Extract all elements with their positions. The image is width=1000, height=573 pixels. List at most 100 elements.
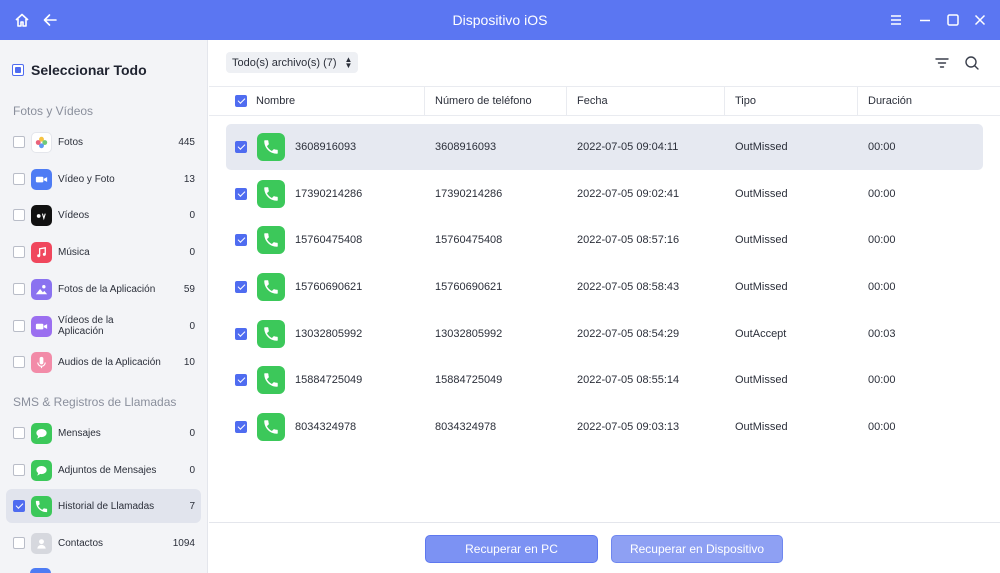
cell-type: OutAccept <box>735 328 787 340</box>
select-all-checkbox[interactable] <box>12 64 24 76</box>
cell-duration: 00:00 <box>868 234 896 246</box>
sidebar-item-count: 0 <box>189 246 195 258</box>
sidebar-item-call-history[interactable]: Historial de Llamadas 7 <box>6 489 201 523</box>
phone-icon <box>257 413 285 441</box>
select-all-toggle[interactable]: Seleccionar Todo <box>12 60 147 80</box>
apple-tv-icon <box>31 204 52 226</box>
sidebar-item-app-audios[interactable]: Audios de la Aplicación 10 <box>6 345 201 379</box>
sidebar-item-count: 0 <box>189 209 195 221</box>
column-header-date[interactable]: Fecha <box>577 87 608 115</box>
phone-icon <box>31 495 52 517</box>
cell-phone: 8034324978 <box>435 421 497 433</box>
sidebar-item-label: Música <box>58 246 90 258</box>
checkbox[interactable] <box>13 209 25 221</box>
sidebar-item-count: 59 <box>183 283 195 295</box>
table-row[interactable]: 13032805992 13032805992 2022-07-05 08:54… <box>226 311 983 357</box>
sidebar-item-label: Vídeos de la Aplicación <box>58 315 114 337</box>
row-checkbox[interactable] <box>235 141 247 153</box>
sidebar-item-message-attachments[interactable]: Adjuntos de Mensajes 0 <box>6 453 201 487</box>
sidebar-item-label: Vídeo y Foto <box>58 173 115 185</box>
file-filter-label: Todo(s) archivo(s) (7) <box>232 56 337 69</box>
table-row[interactable]: 15760475408 15760475408 2022-07-05 08:57… <box>226 217 983 263</box>
title-bar: Dispositivo iOS <box>0 0 1000 40</box>
table-row[interactable]: 3608916093 3608916093 2022-07-05 09:04:1… <box>226 124 983 170</box>
row-checkbox[interactable] <box>235 421 247 433</box>
sidebar-item-app-videos[interactable]: Vídeos de la Aplicación 0 <box>6 309 201 343</box>
cell-phone: 3608916093 <box>435 141 497 153</box>
cell-type: OutMissed <box>735 188 788 200</box>
app-photos-icon <box>31 278 52 300</box>
checkbox[interactable] <box>13 500 25 512</box>
sidebar-item-count: 0 <box>189 320 195 332</box>
column-header-duration[interactable]: Duración <box>868 87 912 115</box>
menu-icon[interactable] <box>885 9 907 31</box>
checkbox[interactable] <box>13 136 25 148</box>
cell-duration: 00:00 <box>868 188 896 200</box>
checkbox[interactable] <box>13 427 25 439</box>
sidebar-item-count: 0 <box>189 464 195 476</box>
checkbox[interactable] <box>13 320 25 332</box>
sidebar-item-app-photos[interactable]: Fotos de la Aplicación 59 <box>6 272 201 306</box>
next-item-icon-partial <box>30 568 51 573</box>
select-all-rows-checkbox[interactable] <box>235 95 247 107</box>
sidebar-item-photos[interactable]: Fotos 445 <box>6 125 201 159</box>
sidebar-item-label: Fotos de la Aplicación <box>58 283 156 295</box>
cell-name: 13032805992 <box>295 328 363 340</box>
checkbox[interactable] <box>13 464 25 476</box>
cell-duration: 00:03 <box>868 328 896 340</box>
cell-phone: 15760475408 <box>435 234 503 246</box>
sidebar-item-label: Adjuntos de Mensajes <box>58 464 157 476</box>
contacts-icon <box>31 532 52 554</box>
sidebar-item-contacts[interactable]: Contactos 1094 <box>6 526 201 560</box>
row-checkbox[interactable] <box>235 234 247 246</box>
row-checkbox[interactable] <box>235 374 247 386</box>
cell-type: OutMissed <box>735 141 788 153</box>
filter-icon[interactable] <box>934 55 950 71</box>
search-icon[interactable] <box>964 55 980 71</box>
sidebar-item-label: Contactos <box>58 537 104 549</box>
table-row[interactable]: 15760690621 15760690621 2022-07-05 08:58… <box>226 264 983 310</box>
checkbox[interactable] <box>13 537 25 549</box>
cell-date: 2022-07-05 08:57:16 <box>577 234 680 246</box>
section-title-photos-videos: Fotos y Vídeos <box>13 104 94 118</box>
cell-phone: 13032805992 <box>435 328 503 340</box>
sidebar-item-video-photo[interactable]: Vídeo y Foto 13 <box>6 162 201 196</box>
checkbox[interactable] <box>13 173 25 185</box>
sidebar: Seleccionar Todo Fotos y Vídeos Fotos 44… <box>0 40 208 573</box>
sidebar-item-count: 1094 <box>172 537 195 549</box>
checkbox[interactable] <box>13 283 25 295</box>
row-checkbox[interactable] <box>235 188 247 200</box>
cell-type: OutMissed <box>735 281 788 293</box>
row-checkbox[interactable] <box>235 281 247 293</box>
checkbox[interactable] <box>13 356 25 368</box>
recover-to-pc-button[interactable]: Recuperar en PC <box>425 535 598 563</box>
sidebar-item-count: 10 <box>183 356 195 368</box>
sidebar-item-messages[interactable]: Mensajes 0 <box>6 416 201 450</box>
table-row[interactable]: 15884725049 15884725049 2022-07-05 08:55… <box>226 357 983 403</box>
sidebar-item-videos[interactable]: Vídeos 0 <box>6 198 201 232</box>
file-filter-dropdown[interactable]: Todo(s) archivo(s) (7) ▲ ▼ <box>226 52 359 73</box>
phone-icon <box>257 133 285 161</box>
close-icon[interactable] <box>969 9 991 31</box>
video-camera-icon <box>31 168 52 190</box>
cell-date: 2022-07-05 09:04:11 <box>577 141 679 153</box>
message-attachments-icon <box>31 459 52 481</box>
column-header-phone[interactable]: Número de teléfono <box>435 87 532 115</box>
column-header-name[interactable]: Nombre <box>256 87 295 115</box>
cell-phone: 17390214286 <box>435 188 503 200</box>
cell-date: 2022-07-05 09:03:13 <box>577 421 680 433</box>
cell-date: 2022-07-05 08:58:43 <box>577 281 680 293</box>
maximize-icon[interactable] <box>942 9 964 31</box>
row-checkbox[interactable] <box>235 328 247 340</box>
table-row[interactable]: 17390214286 17390214286 2022-07-05 09:02… <box>226 171 983 217</box>
sidebar-item-music[interactable]: Música 0 <box>6 235 201 269</box>
checkbox[interactable] <box>13 246 25 258</box>
column-header-type[interactable]: Tipo <box>735 87 756 115</box>
minimize-icon[interactable] <box>914 9 936 31</box>
cell-type: OutMissed <box>735 374 788 386</box>
table-row[interactable]: 8034324978 8034324978 2022-07-05 09:03:1… <box>226 404 983 450</box>
recover-to-device-button[interactable]: Recuperar en Dispositivo <box>611 535 783 563</box>
phone-icon <box>257 273 285 301</box>
sidebar-item-label: Mensajes <box>58 427 101 439</box>
phone-icon <box>257 320 285 348</box>
